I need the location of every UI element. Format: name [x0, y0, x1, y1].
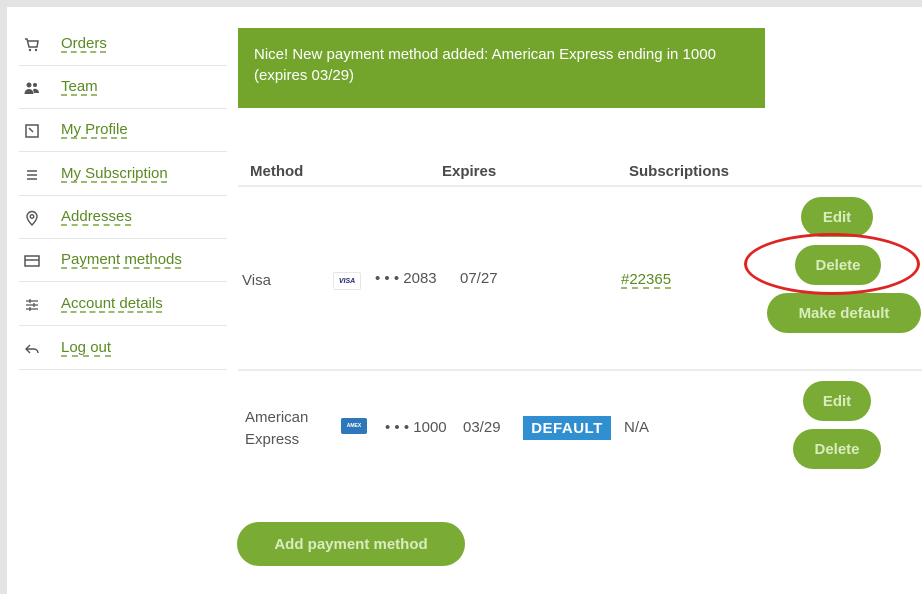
credit-card-icon — [23, 252, 41, 270]
sidebar-item-orders[interactable]: Orders — [19, 29, 227, 66]
success-notice: Nice! New payment method added: American… — [238, 28, 765, 108]
sidebar-item-label[interactable]: Addresses — [61, 208, 132, 225]
expiry-date: 03/29 — [463, 419, 501, 436]
list-icon — [23, 166, 41, 184]
table-header-divider — [238, 185, 922, 187]
sidebar-item-label[interactable]: Team — [61, 78, 98, 95]
column-header-expires: Expires — [442, 163, 497, 180]
method-name: American Express — [245, 407, 308, 451]
add-payment-method-button[interactable]: Add payment method — [237, 522, 465, 566]
expiry-date: 07/27 — [460, 270, 498, 287]
column-header-subscriptions: Subscriptions — [629, 163, 730, 180]
sidebar-item-label[interactable]: My Profile — [61, 121, 128, 138]
make-default-button[interactable]: Make default — [767, 293, 921, 333]
subscription-link[interactable]: #22365 — [621, 271, 671, 288]
visa-card-icon: VISA — [333, 272, 361, 290]
sidebar-item-label[interactable]: Account details — [61, 295, 163, 312]
cart-icon — [23, 36, 41, 54]
amex-card-icon: AMEX — [341, 418, 367, 434]
sidebar-item-label[interactable]: Orders — [61, 35, 107, 52]
sidebar-item-label[interactable]: Log out — [61, 339, 111, 356]
edit-button[interactable]: Edit — [803, 381, 871, 421]
sidebar-item-log-out[interactable]: Log out — [19, 333, 227, 370]
sidebar-item-label[interactable]: My Subscription — [61, 165, 168, 182]
sliders-icon — [23, 296, 41, 314]
sidebar-item-label[interactable]: Payment methods — [61, 251, 182, 268]
sidebar-item-my-subscription[interactable]: My Subscription — [19, 159, 227, 196]
default-badge: DEFAULT — [523, 416, 611, 440]
masked-card-number: • • • 2083 — [375, 270, 437, 287]
edit-button[interactable]: Edit — [801, 197, 873, 237]
team-icon — [23, 79, 41, 97]
masked-card-number: • • • 1000 — [385, 419, 447, 436]
logout-arrow-icon — [23, 340, 41, 358]
location-pin-icon — [23, 209, 41, 227]
delete-button[interactable]: Delete — [793, 429, 881, 469]
method-name: Visa — [242, 272, 271, 289]
red-highlight-circle — [744, 233, 920, 295]
column-header-method: Method — [250, 163, 304, 180]
sidebar-item-addresses[interactable]: Addresses — [19, 202, 227, 239]
sidebar-item-payment-methods[interactable]: Payment methods — [19, 245, 227, 282]
page: Orders Team My Profile My Subscription A… — [7, 7, 922, 594]
profile-icon — [23, 122, 41, 140]
row-divider — [238, 369, 922, 371]
sidebar-item-team[interactable]: Team — [19, 72, 227, 109]
method-name-line1: American — [245, 409, 309, 426]
sidebar-item-my-profile[interactable]: My Profile — [19, 115, 227, 152]
method-name-line2: Express — [245, 431, 300, 448]
subscription-value: N/A — [624, 419, 650, 436]
sidebar-item-account-details[interactable]: Account details — [19, 289, 227, 326]
